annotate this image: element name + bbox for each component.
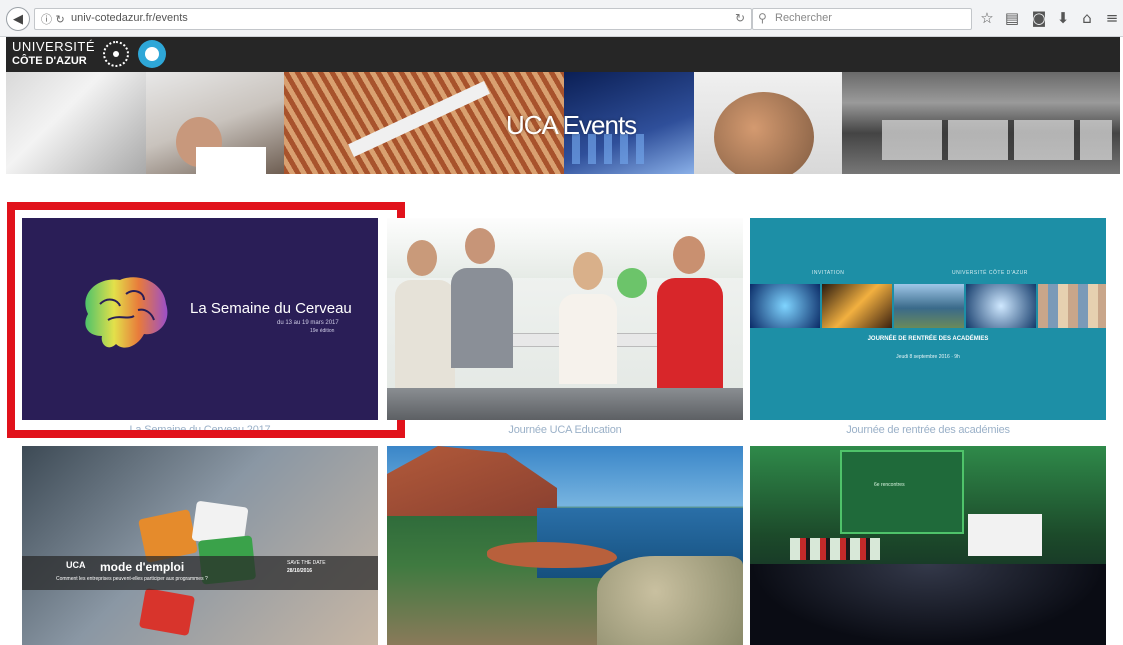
event-tile-rentree-academies[interactable]: INVITATION UNIVERSITÉ CÔTE D'AZUR JOURNÉ… [750, 218, 1106, 420]
poster-title: mode d'emploi [100, 560, 185, 574]
event-tile-uca-education[interactable] [387, 218, 743, 420]
student-body-4 [657, 278, 723, 388]
poster-question: Comment les entreprises peuvent-elles pa… [56, 576, 208, 582]
student-head-2 [465, 228, 495, 264]
banner-photo-sphere [694, 72, 842, 174]
poster-save-the-date: SAVE THE DATE [287, 560, 326, 566]
puzzle-piece-orange [137, 509, 199, 563]
student-head-4 [673, 236, 705, 274]
events-banner: UCA Events [6, 72, 1120, 174]
url-text[interactable]: univ-cotedazur.fr/events [71, 12, 188, 24]
event-tile-conference[interactable]: 6e rencontres [750, 446, 1106, 645]
event-caption-uca-education[interactable]: Journée UCA Education [387, 424, 743, 436]
poster-title: JOURNÉE DE RENTRÉE DES ACADÉMIES [867, 336, 989, 342]
back-arrow-icon[interactable]: ◀ [6, 7, 30, 31]
search-placeholder[interactable]: Rechercher [775, 12, 832, 24]
event-tile-landscape[interactable] [387, 446, 743, 645]
menu-icon[interactable]: ≡ [1102, 8, 1122, 28]
site-header: UNIVERSITÉ CÔTE D'AZUR [6, 37, 1120, 72]
event-caption-rentree-academies[interactable]: Journée de rentrée des académies [750, 424, 1106, 436]
student-body-1 [395, 280, 455, 390]
poster-photo-strip [750, 284, 1106, 328]
red-rocks [387, 446, 557, 516]
reading-list-icon[interactable]: ▤ [1002, 8, 1022, 28]
bookmark-star-icon[interactable]: ☆ [977, 8, 997, 28]
stage-banners [790, 538, 880, 560]
logo-line-1: UNIVERSITÉ [12, 39, 96, 54]
banner-title: UCA Events [506, 110, 637, 140]
poster-uca: UCA [66, 560, 86, 570]
screen-text: 6e rencontres [874, 482, 905, 488]
poster-date: 28/10/2016 [287, 568, 313, 574]
puzzle-piece-red [138, 587, 196, 637]
address-bar[interactable]: ⓘ ↻ univ-cotedazur.fr/events ↻ [34, 8, 752, 30]
shrubs [597, 556, 743, 645]
green-chair [617, 268, 647, 298]
logo-line-2: CÔTE D'AZUR [12, 55, 87, 67]
pocket-icon[interactable]: ◙ [1029, 8, 1049, 28]
profile-avatar-icon[interactable] [138, 40, 166, 68]
reload-icon[interactable]: ↻ [735, 11, 745, 25]
university-logo[interactable]: UNIVERSITÉ CÔTE D'AZUR [12, 40, 95, 68]
student-body-3 [559, 294, 617, 384]
logo-emblem-icon [103, 41, 129, 67]
classroom-floor [387, 388, 743, 420]
search-bar[interactable]: ⚲ Rechercher [752, 8, 972, 30]
poster-invitation: INVITATION [812, 270, 845, 276]
highlight-box [7, 202, 405, 438]
download-icon[interactable]: ⬇ [1053, 8, 1073, 28]
poster-university: UNIVERSITÉ CÔTE D'AZUR [952, 270, 1028, 276]
banner-photo-hall [842, 72, 1120, 174]
search-icon: ⚲ [758, 11, 767, 25]
audience [750, 564, 1106, 645]
site-info-icon[interactable]: ⓘ ↻ [41, 11, 65, 27]
banner-photo-scientist [146, 72, 284, 174]
home-icon[interactable]: ⌂ [1077, 8, 1097, 28]
side-screen [968, 514, 1042, 556]
projection-screen: 6e rencontres [840, 450, 964, 534]
browser-toolbar: ◀ ⓘ ↻ univ-cotedazur.fr/events ↻ ⚲ Reche… [0, 0, 1123, 37]
student-head-3 [573, 252, 603, 290]
poster-date: Jeudi 8 septembre 2016 · 9h [896, 354, 960, 360]
event-tile-uca-mode-emploi[interactable]: UCA mode d'emploi Comment les entreprise… [22, 446, 378, 645]
banner-photo-lab [6, 72, 146, 174]
student-head-1 [407, 240, 437, 276]
student-body-2 [451, 268, 513, 368]
